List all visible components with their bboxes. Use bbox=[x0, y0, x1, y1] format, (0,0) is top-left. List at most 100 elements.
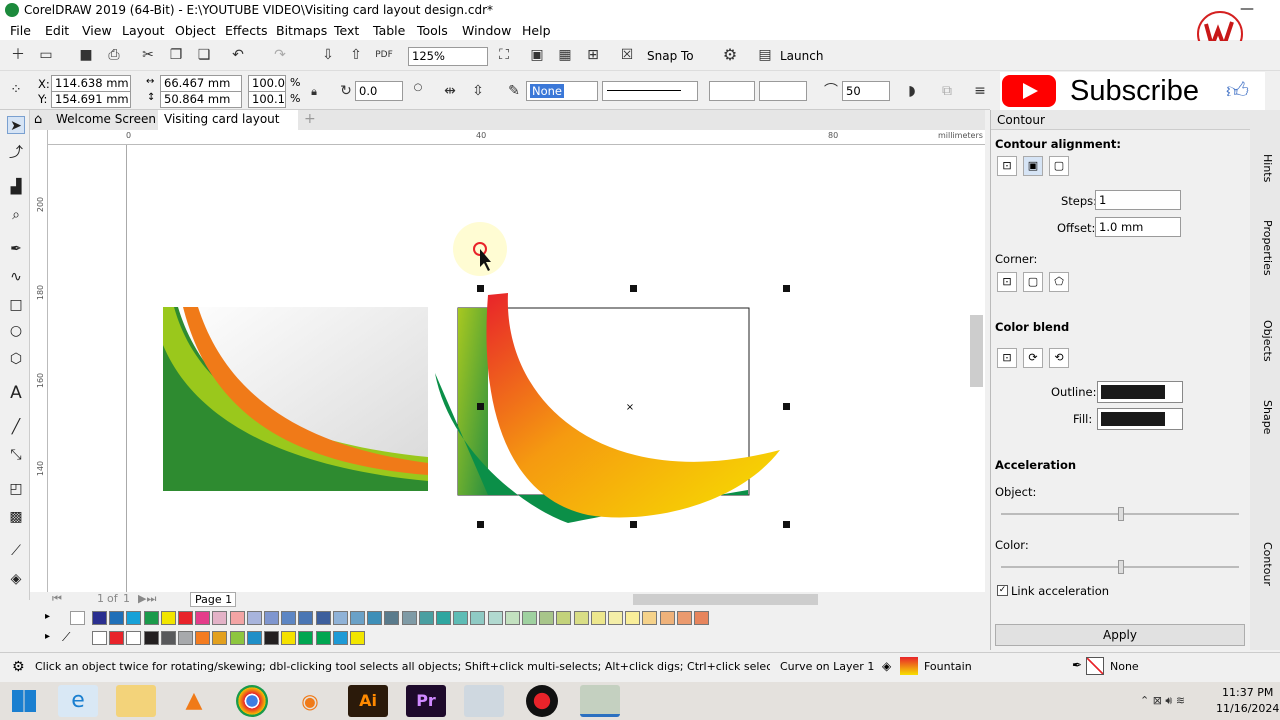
color-swatch[interactable] bbox=[590, 611, 606, 625]
color-acceleration-slider[interactable] bbox=[1001, 560, 1239, 574]
redo-icon[interactable]: ↷ bbox=[270, 45, 290, 65]
launch-icon[interactable]: ▤ bbox=[755, 45, 775, 65]
snap-to-button[interactable]: Snap To bbox=[647, 49, 694, 63]
start-arrow-select[interactable] bbox=[709, 81, 755, 101]
offset-input[interactable]: 1.0 mm bbox=[1095, 217, 1181, 237]
parallel-dimension-icon[interactable]: ╱ bbox=[7, 418, 25, 436]
color-swatch[interactable] bbox=[401, 611, 417, 625]
drop-shadow-icon[interactable]: ◰ bbox=[7, 480, 25, 498]
color-swatch[interactable] bbox=[367, 611, 383, 625]
menu-help[interactable]: Help bbox=[522, 23, 551, 38]
steps-input[interactable]: 1 bbox=[1095, 190, 1181, 210]
color-swatch[interactable] bbox=[418, 611, 434, 625]
ellipse-tool-icon[interactable]: ○ bbox=[7, 322, 25, 340]
color-swatch[interactable] bbox=[539, 611, 555, 625]
color-swatch[interactable] bbox=[504, 611, 520, 625]
options-gear-icon[interactable]: ⚙ bbox=[720, 45, 740, 65]
mitered-corners-icon[interactable]: ⊡ bbox=[997, 272, 1017, 292]
open-icon[interactable]: ▭ bbox=[36, 45, 56, 65]
color-swatch[interactable] bbox=[453, 611, 469, 625]
color-swatch[interactable] bbox=[160, 631, 176, 645]
color-swatch[interactable] bbox=[332, 611, 348, 625]
first-page-icon[interactable]: ⏮ bbox=[52, 592, 62, 606]
end-arrow-select[interactable] bbox=[759, 81, 807, 101]
internet-explorer-icon[interactable]: e bbox=[58, 685, 98, 717]
color-swatch[interactable] bbox=[195, 611, 211, 625]
menu-text[interactable]: Text bbox=[334, 23, 359, 38]
lock-ratio-icon[interactable]: 🔒︎ bbox=[304, 82, 324, 102]
freehand-tool-icon[interactable]: ✒ bbox=[7, 240, 25, 258]
polygon-tool-icon[interactable]: ⬡ bbox=[7, 350, 25, 368]
outline-style-select[interactable] bbox=[602, 81, 698, 101]
to-center-icon[interactable]: ⊡ bbox=[997, 156, 1017, 176]
pick-tool-icon[interactable]: ➤ bbox=[7, 116, 25, 134]
y-position-field[interactable]: 154.691 mm bbox=[51, 91, 131, 108]
save-icon[interactable]: ■ bbox=[76, 45, 96, 65]
import-icon[interactable]: ⇩ bbox=[318, 45, 338, 65]
object-acceleration-slider[interactable] bbox=[1001, 507, 1239, 521]
height-field[interactable]: 50.864 mm bbox=[160, 91, 242, 108]
cut-icon[interactable]: ✂ bbox=[138, 45, 158, 65]
zoom-tool-icon[interactable]: ⌕ bbox=[7, 206, 25, 224]
artistic-media-icon[interactable]: ∿ bbox=[7, 268, 25, 286]
color-swatch[interactable] bbox=[608, 611, 623, 625]
color-swatch[interactable] bbox=[92, 611, 107, 625]
color-swatch[interactable] bbox=[573, 611, 589, 625]
palette-menu-icon[interactable]: ▸ bbox=[45, 611, 50, 622]
drawing-canvas[interactable]: × bbox=[48, 145, 985, 592]
outside-contour-icon[interactable]: ▢ bbox=[1049, 156, 1069, 176]
color-swatch[interactable] bbox=[229, 631, 245, 645]
object-slider-thumb[interactable] bbox=[1118, 507, 1124, 521]
inside-contour-icon[interactable]: ▣ bbox=[1023, 156, 1043, 176]
color-swatch[interactable] bbox=[109, 611, 125, 625]
fill-color-picker[interactable] bbox=[1097, 408, 1183, 430]
color-swatch[interactable] bbox=[212, 631, 228, 645]
color-swatch[interactable] bbox=[384, 611, 400, 625]
mirror-horizontal-icon[interactable]: ⇹ bbox=[440, 81, 460, 101]
text-tool-icon[interactable]: A bbox=[7, 384, 25, 402]
color-swatch[interactable] bbox=[246, 611, 262, 625]
object-origin-icon[interactable]: ⁘ bbox=[6, 80, 26, 100]
tab-visiting-card[interactable]: Visiting card layout d..* bbox=[158, 110, 298, 145]
menu-object[interactable]: Object bbox=[175, 23, 216, 38]
menu-bitmaps[interactable]: Bitmaps bbox=[276, 23, 327, 38]
connector-tool-icon[interactable]: ⤡ bbox=[7, 446, 25, 464]
color-swatch[interactable] bbox=[109, 631, 125, 645]
color-swatch[interactable] bbox=[315, 611, 331, 625]
color-swatch[interactable] bbox=[143, 611, 159, 625]
color-swatch[interactable] bbox=[676, 611, 692, 625]
file-explorer-icon[interactable] bbox=[116, 685, 156, 717]
linear-blend-icon[interactable]: ⊡ bbox=[997, 348, 1017, 368]
color-swatch[interactable] bbox=[332, 631, 348, 645]
full-screen-icon[interactable]: ▣ bbox=[527, 45, 547, 65]
break-apart-icon[interactable]: ⧉ bbox=[937, 81, 957, 101]
round-corners-icon[interactable]: ▢ bbox=[1023, 272, 1043, 292]
recorder-icon[interactable] bbox=[526, 685, 558, 717]
color-swatch[interactable] bbox=[126, 611, 142, 625]
color-swatch[interactable] bbox=[264, 631, 279, 645]
selected-curve-group[interactable] bbox=[435, 293, 780, 523]
menu-window[interactable]: Window bbox=[462, 23, 511, 38]
firefox-icon[interactable]: ◉ bbox=[290, 685, 330, 717]
counterclockwise-blend-icon[interactable]: ⟲ bbox=[1049, 348, 1069, 368]
menu-effects[interactable]: Effects bbox=[225, 23, 268, 38]
next-page-icon[interactable]: ▶⏭ bbox=[138, 592, 156, 606]
beveled-corners-icon[interactable]: ⬠ bbox=[1049, 272, 1069, 292]
paste-icon[interactable]: ❏ bbox=[194, 45, 214, 65]
color-swatch[interactable] bbox=[315, 631, 331, 645]
menu-table[interactable]: Table bbox=[373, 23, 405, 38]
menu-view[interactable]: View bbox=[82, 23, 112, 38]
color-swatch[interactable] bbox=[642, 611, 658, 625]
side-tab-shape[interactable]: Shape bbox=[1261, 400, 1274, 434]
new-document-icon[interactable]: ＋ bbox=[8, 45, 28, 65]
color-swatch[interactable] bbox=[143, 631, 159, 645]
color-swatch[interactable] bbox=[178, 631, 193, 645]
visiting-card-preview[interactable] bbox=[163, 307, 428, 491]
color-swatch[interactable] bbox=[212, 611, 228, 625]
steps-field[interactable]: 50 bbox=[842, 81, 890, 101]
color-swatch[interactable] bbox=[350, 631, 365, 645]
close-curve-icon[interactable]: ◗ bbox=[902, 81, 922, 101]
tab-welcome-screen[interactable]: Welcome Screen bbox=[30, 110, 158, 130]
color-swatch[interactable] bbox=[522, 611, 537, 625]
color-swatch[interactable] bbox=[436, 611, 451, 625]
